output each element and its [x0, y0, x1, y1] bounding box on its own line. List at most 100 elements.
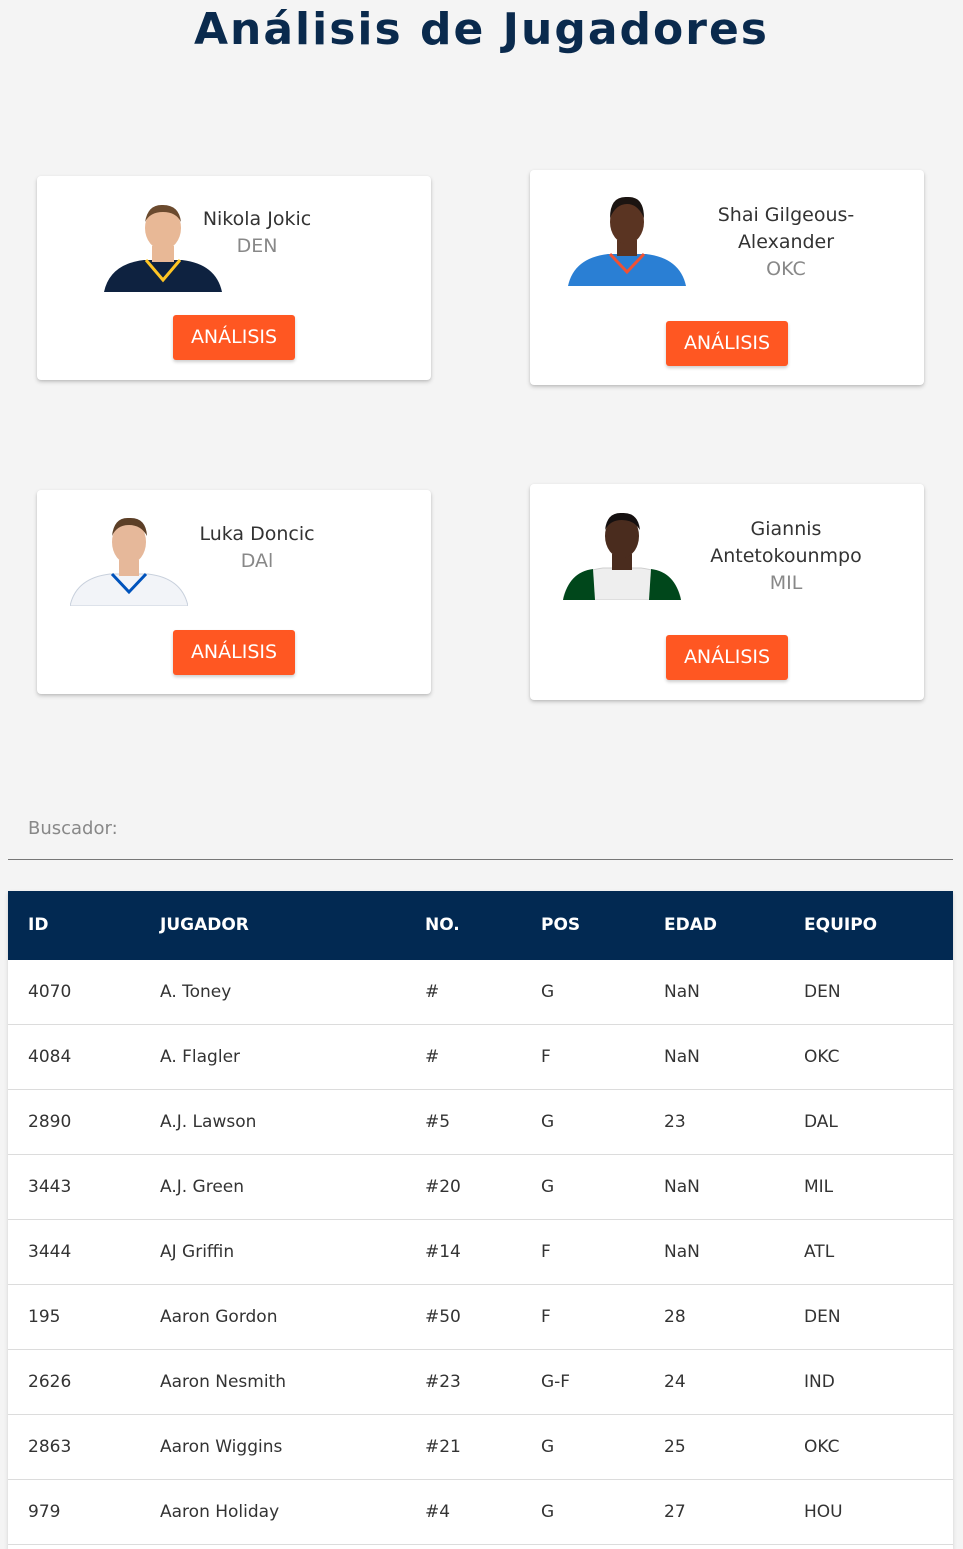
- table-row[interactable]: 4070 A. Toney # G NaN DEN: [8, 960, 953, 1025]
- page-title: Análisis de Jugadores: [193, 4, 769, 55]
- cell-jugador: A. Flagler: [160, 1047, 241, 1067]
- cell-no: #20: [425, 1177, 461, 1197]
- cell-jugador: Aaron Nesmith: [160, 1372, 286, 1392]
- player-info: Nikola Jokic DEN: [187, 206, 327, 260]
- player-team: DAl: [240, 550, 274, 572]
- player-photo: [563, 508, 681, 600]
- cell-equipo: DEN: [804, 1307, 841, 1327]
- table-body: 4070 A. Toney # G NaN DEN 4084 A. Flagler # F NaN O…: [8, 960, 953, 1545]
- cell-id: 2626: [28, 1372, 72, 1392]
- cell-jugador: A.J. Lawson: [160, 1112, 257, 1132]
- cell-no: #23: [425, 1372, 461, 1392]
- header-edad[interactable]: EDAD: [664, 891, 717, 960]
- cell-pos: G: [541, 1437, 555, 1457]
- analysis-button[interactable]: ANÁLISIS: [173, 315, 295, 360]
- cell-jugador: Aaron Wiggins: [160, 1437, 283, 1457]
- cell-edad: NaN: [664, 1242, 700, 1262]
- table-row[interactable]: 4084 A. Flagler # F NaN OKC: [8, 1025, 953, 1090]
- player-info: Luka Doncic DAl: [187, 521, 327, 575]
- header-no[interactable]: NO.: [425, 891, 460, 960]
- analysis-button[interactable]: ANÁLISIS: [666, 321, 788, 366]
- cell-equipo: OKC: [804, 1047, 840, 1067]
- cell-id: 3443: [28, 1177, 72, 1197]
- player-photo: [70, 514, 188, 606]
- player-card-doncic: Luka Doncic DAl ANÁLISIS: [37, 490, 431, 694]
- player-photo: [568, 194, 686, 286]
- cell-pos: G: [541, 1177, 555, 1197]
- table-row[interactable]: 3444 AJ Griffin #14 F NaN ATL: [8, 1220, 953, 1285]
- search-underline: [8, 859, 953, 860]
- cell-pos: G-F: [541, 1372, 571, 1392]
- cell-id: 4070: [28, 982, 72, 1002]
- cell-edad: NaN: [664, 982, 700, 1002]
- player-card-antetokounmpo: Giannis Antetokounmpo MIL ANÁLISIS: [530, 484, 924, 700]
- cell-equipo: HOU: [804, 1502, 843, 1522]
- cell-no: #4: [425, 1502, 451, 1522]
- player-name: Nikola Jokic: [202, 208, 312, 230]
- player-name-line-1: Shai Gilgeous-: [717, 204, 855, 226]
- table-row[interactable]: 979 Aaron Holiday #4 G 27 HOU: [8, 1480, 953, 1545]
- player-card-jokic: Nikola Jokic DEN ANÁLISIS: [37, 176, 431, 380]
- player-info: Shai Gilgeous- Alexander OKC: [706, 202, 866, 283]
- players-table: ID JUGADOR NO. POS EDAD EQUIPO 4070 A. To…: [8, 891, 953, 1549]
- cell-edad: 23: [664, 1112, 686, 1132]
- table-row[interactable]: 2626 Aaron Nesmith #23 G-F 24 IND: [8, 1350, 953, 1415]
- player-name-line-2: Alexander: [737, 231, 835, 253]
- table-row[interactable]: 2890 A.J. Lawson #5 G 23 DAL: [8, 1090, 953, 1155]
- player-name: Luka Doncic: [199, 523, 315, 545]
- cell-pos: F: [541, 1047, 551, 1067]
- cell-edad: 28: [664, 1307, 686, 1327]
- table-row[interactable]: 195 Aaron Gordon #50 F 28 DEN: [8, 1285, 953, 1350]
- header-jugador[interactable]: JUGADOR: [160, 891, 249, 960]
- search-input[interactable]: [8, 805, 953, 859]
- cell-id: 195: [28, 1307, 61, 1327]
- player-team: OKC: [766, 258, 806, 280]
- cell-edad: 27: [664, 1502, 686, 1522]
- table-header: ID JUGADOR NO. POS EDAD EQUIPO: [8, 891, 953, 960]
- cell-edad: NaN: [664, 1047, 700, 1067]
- analysis-button[interactable]: ANÁLISIS: [666, 635, 788, 680]
- cell-equipo: DEN: [804, 982, 841, 1002]
- cell-edad: 25: [664, 1437, 686, 1457]
- cell-equipo: DAL: [804, 1112, 838, 1132]
- cell-id: 2890: [28, 1112, 72, 1132]
- cell-pos: F: [541, 1307, 551, 1327]
- player-info: Giannis Antetokounmpo MIL: [706, 516, 866, 597]
- cell-no: #: [425, 982, 440, 1002]
- cell-jugador: AJ Griffin: [160, 1242, 235, 1262]
- cell-equipo: MIL: [804, 1177, 834, 1197]
- cell-id: 3444: [28, 1242, 72, 1262]
- analysis-button[interactable]: ANÁLISIS: [173, 630, 295, 675]
- player-name-line-2: Antetokounmpo: [710, 545, 862, 567]
- cell-equipo: OKC: [804, 1437, 840, 1457]
- table-row[interactable]: 2863 Aaron Wiggins #21 G 25 OKC: [8, 1415, 953, 1480]
- player-name-line-1: Giannis: [750, 518, 822, 540]
- cell-equipo: ATL: [804, 1242, 835, 1262]
- cell-edad: 24: [664, 1372, 686, 1392]
- player-team: DEN: [236, 235, 278, 257]
- cell-edad: NaN: [664, 1177, 700, 1197]
- cell-pos: G: [541, 1502, 555, 1522]
- cell-jugador: Aaron Gordon: [160, 1307, 278, 1327]
- cell-equipo: IND: [804, 1372, 835, 1392]
- cell-no: #: [425, 1047, 440, 1067]
- header-id[interactable]: ID: [28, 891, 48, 960]
- cell-id: 2863: [28, 1437, 72, 1457]
- cell-no: #14: [425, 1242, 461, 1262]
- cell-jugador: A. Toney: [160, 982, 232, 1002]
- cell-pos: G: [541, 982, 555, 1002]
- player-team: MIL: [769, 572, 803, 594]
- cell-pos: G: [541, 1112, 555, 1132]
- cell-pos: F: [541, 1242, 551, 1262]
- player-card-gilgeous-alexander: Shai Gilgeous- Alexander OKC ANÁLISIS: [530, 170, 924, 385]
- cell-no: #50: [425, 1307, 461, 1327]
- cell-no: #5: [425, 1112, 451, 1132]
- cell-jugador: Aaron Holiday: [160, 1502, 280, 1522]
- cell-id: 4084: [28, 1047, 72, 1067]
- header-equipo[interactable]: EQUIPO: [804, 891, 877, 960]
- table-row[interactable]: 3443 A.J. Green #20 G NaN MIL: [8, 1155, 953, 1220]
- cell-no: #21: [425, 1437, 461, 1457]
- cell-id: 979: [28, 1502, 61, 1522]
- header-pos[interactable]: POS: [541, 891, 580, 960]
- cell-jugador: A.J. Green: [160, 1177, 245, 1197]
